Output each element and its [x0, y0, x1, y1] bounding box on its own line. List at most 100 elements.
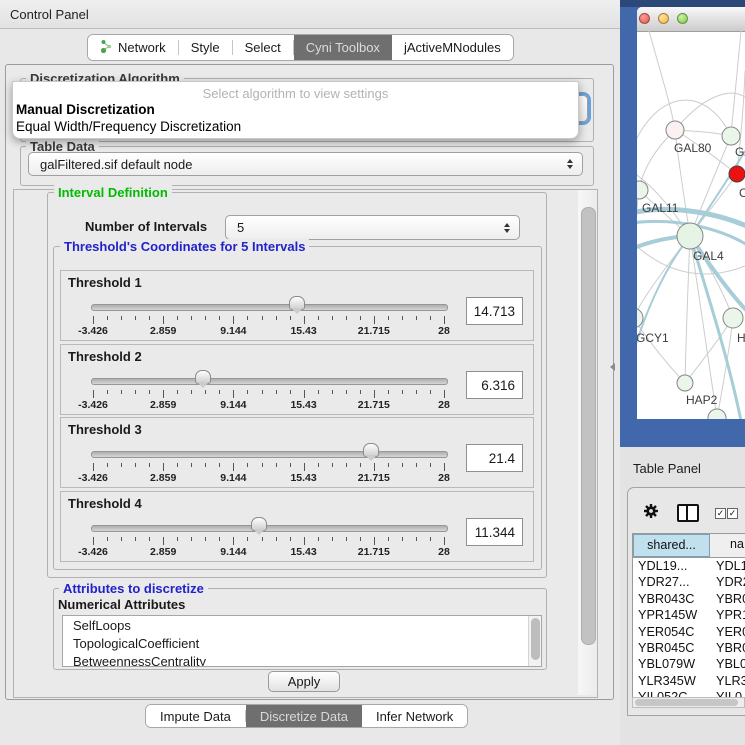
tab-infer-network[interactable]: Infer Network	[362, 705, 467, 727]
slider-tick	[374, 463, 375, 471]
popup-item-manual-discretization[interactable]: Manual Discretization	[16, 102, 155, 117]
network-window-titlebar[interactable]	[637, 7, 745, 32]
slider-tick	[177, 537, 178, 541]
slider-tick	[93, 463, 94, 471]
splitpane-collapse-icon[interactable]	[610, 363, 615, 371]
attributes-scrollbar[interactable]	[528, 616, 541, 666]
slider-track[interactable]	[91, 451, 448, 458]
cell-name: YLR3	[710, 673, 745, 689]
checkbox-checked-icon[interactable]: ✓	[715, 508, 726, 519]
column-header-name[interactable]: na	[710, 534, 745, 557]
gear-icon[interactable]	[643, 503, 659, 524]
slider-track[interactable]	[91, 304, 448, 311]
slider-tick	[346, 390, 347, 394]
threshold-label: Threshold 4	[68, 496, 142, 511]
number-of-intervals-combobox[interactable]: 5	[225, 215, 520, 240]
slider-tick-label: 15.43	[290, 399, 316, 411]
tab-select[interactable]: Select	[233, 35, 293, 60]
tab-cyni-toolbox[interactable]: Cyni Toolbox	[294, 35, 392, 60]
slider-tick	[121, 463, 122, 467]
network-canvas[interactable]: GAL80 GA C GAL11 GAL4 GCY1 H HAP2	[637, 31, 745, 419]
panel-scrollbar-thumb[interactable]	[581, 207, 596, 645]
attribute-item[interactable]: BetweennessCentrality	[63, 652, 541, 667]
top-tabbar: Network Style Select Cyni Toolbox jActiv…	[87, 34, 514, 61]
up-down-arrows-icon	[567, 159, 573, 169]
threshold-value-field[interactable]: 21.4	[466, 444, 523, 472]
threshold-row: Threshold 4 -3.4262.8599.14415.4321.7152…	[60, 491, 534, 562]
cell-name: YPR1	[710, 607, 745, 623]
slider-tick-label: 9.144	[220, 472, 246, 484]
zoom-traffic-light-icon[interactable]	[677, 13, 688, 24]
minimize-traffic-light-icon[interactable]	[658, 13, 669, 24]
slider-tick	[107, 537, 108, 541]
thresholds-group-title: Threshold's Coordinates for 5 Intervals	[60, 239, 309, 254]
slider-handle[interactable]	[251, 517, 267, 531]
threshold-value-field[interactable]: 14.713	[466, 297, 523, 325]
tab-style[interactable]: Style	[179, 35, 232, 60]
slider-tick	[191, 463, 192, 467]
slider-tick	[219, 463, 220, 467]
slider-tick-label: 21.715	[358, 399, 390, 411]
screen: Control Panel ✗ Network Style Select Cyn…	[0, 0, 745, 745]
close-traffic-light-icon[interactable]	[639, 13, 650, 24]
tab-label: Discretize Data	[260, 709, 348, 724]
table-hscrollbar[interactable]	[632, 697, 745, 708]
table-data-combobox[interactable]: galFiltered.sif default node	[28, 152, 583, 176]
cell-shared-name: YPR145W	[633, 607, 710, 623]
node-label: GA	[735, 145, 745, 159]
slider-tick-label: 2.859	[150, 399, 176, 411]
table-row[interactable]: YPR145W YPR1	[633, 607, 745, 623]
slider-handle[interactable]	[195, 370, 211, 384]
slider-tick	[163, 316, 164, 324]
slider-tick	[276, 463, 277, 467]
node-label: HAP2	[686, 393, 718, 407]
slider-tick	[430, 463, 431, 467]
threshold-value-field[interactable]: 6.316	[466, 371, 523, 399]
threshold-value-field[interactable]: 11.344	[466, 518, 523, 546]
slider-tick	[374, 316, 375, 324]
slider-tick-label: 21.715	[358, 472, 390, 484]
tab-impute-data[interactable]: Impute Data	[146, 705, 245, 727]
column-header-shared-name[interactable]: shared...	[633, 534, 710, 557]
tab-network[interactable]: Network	[88, 35, 178, 60]
apply-button[interactable]: Apply	[268, 671, 340, 692]
node-table: shared... na YDL19... YDL1 YDR27... YDR2…	[632, 533, 745, 699]
table-row[interactable]: YDL19... YDL1	[633, 558, 745, 574]
checkbox-checked-icon[interactable]: ✓	[727, 508, 738, 519]
slider-handle[interactable]	[289, 296, 305, 310]
slider-tick	[444, 390, 445, 398]
slider-tick	[121, 316, 122, 320]
slider-handle[interactable]	[363, 443, 379, 457]
slider-tick	[402, 537, 403, 541]
table-row[interactable]: YBR043C YBR0	[633, 591, 745, 607]
slider-tick	[262, 463, 263, 467]
slider-tick	[191, 390, 192, 394]
table-row[interactable]: YER054C YER0	[633, 624, 745, 640]
slider-tick-label: 28	[438, 546, 450, 558]
table-row[interactable]: YDR27... YDR2	[633, 574, 745, 590]
slider-tick	[205, 390, 206, 394]
slider-tick-label: 2.859	[150, 546, 176, 558]
slider-tick	[290, 537, 291, 541]
slider-track[interactable]	[91, 525, 448, 532]
tab-discretize-data[interactable]: Discretize Data	[246, 705, 362, 727]
slider-tick	[374, 537, 375, 545]
slider-tick	[332, 463, 333, 467]
table-row[interactable]: YLR345W YLR3	[633, 673, 745, 689]
table-row[interactable]: YBR045C YBR0	[633, 640, 745, 656]
attribute-item[interactable]: SelfLoops	[63, 616, 541, 634]
table-row[interactable]: YBL079W YBL0	[633, 656, 745, 672]
tab-jactivemnodules[interactable]: jActiveMNodules	[392, 35, 513, 60]
slider-tick-label: 15.43	[290, 546, 316, 558]
table-header-row: shared... na	[633, 534, 745, 558]
tab-label: Select	[245, 40, 281, 55]
slider-tick	[290, 463, 291, 467]
slider-track[interactable]	[91, 378, 448, 385]
slider-tick	[121, 537, 122, 541]
split-view-icon[interactable]	[677, 504, 699, 522]
attributes-list[interactable]: SelfLoopsTopologicalCoefficientBetweenne…	[62, 615, 542, 667]
cell-name: YDL1	[710, 558, 745, 574]
popup-item-equal-width-frequency[interactable]: Equal Width/Frequency Discretization	[16, 119, 241, 134]
attribute-item[interactable]: TopologicalCoefficient	[63, 634, 541, 652]
threshold-label: Threshold 1	[68, 275, 142, 290]
